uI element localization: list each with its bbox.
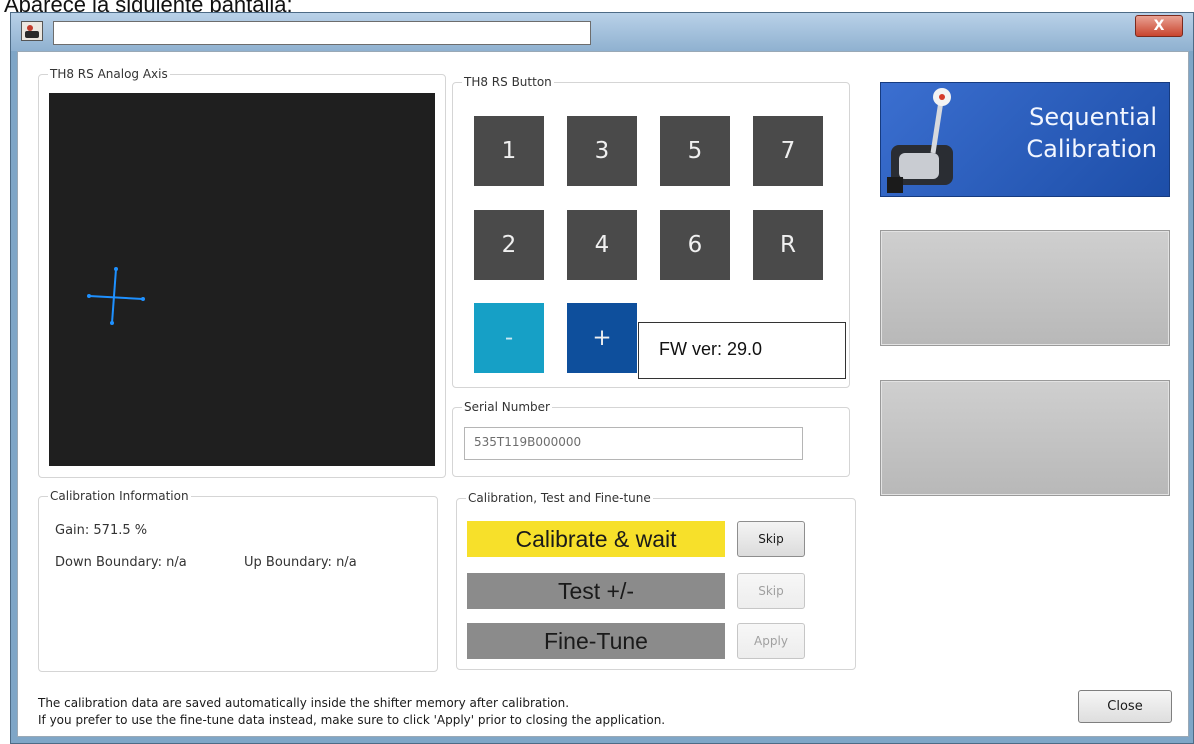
step-finetune-label: Fine-Tune xyxy=(467,623,725,659)
axis-crosshair xyxy=(87,267,145,325)
title-bar: X xyxy=(11,13,1193,51)
down-boundary-label: Down Boundary: n/a xyxy=(55,555,187,570)
minus-button[interactable]: - xyxy=(474,303,544,373)
dialog-client-area: TH8 RS Analog Axis Calibration Informati… xyxy=(17,51,1189,737)
gear-1-button[interactable]: 1 xyxy=(474,116,544,186)
gear-reverse-button[interactable]: R xyxy=(753,210,823,280)
analog-axis-title: TH8 RS Analog Axis xyxy=(48,66,170,82)
close-button[interactable]: Close xyxy=(1078,690,1172,723)
step-test-label: Test +/- xyxy=(467,573,725,609)
up-boundary-label: Up Boundary: n/a xyxy=(244,555,357,570)
window-title-field xyxy=(53,21,591,45)
sequential-line-1: Sequential xyxy=(1029,103,1157,131)
skip-test-button[interactable]: Skip xyxy=(737,573,805,609)
gear-7-button[interactable]: 7 xyxy=(753,116,823,186)
calibration-steps-group: Calibration, Test and Fine-tune Calibrat… xyxy=(456,490,856,670)
gain-label: Gain: 571.5 % xyxy=(55,523,148,538)
calibration-info-group: Calibration Information Gain: 571.5 % Do… xyxy=(38,488,438,672)
sequential-line-2: Calibration xyxy=(1026,135,1157,163)
skip-calibrate-button[interactable]: Skip xyxy=(737,521,805,557)
window-close-button[interactable]: X xyxy=(1135,15,1183,37)
serial-number-group: Serial Number 535T119B000000 xyxy=(452,399,850,477)
gear-5-button[interactable]: 5 xyxy=(660,116,730,186)
sequential-calibration-button[interactable]: Sequential Calibration xyxy=(880,82,1170,197)
gear-4-button[interactable]: 4 xyxy=(567,210,637,280)
calibration-info-title: Calibration Information xyxy=(48,488,191,504)
step-calibrate-label: Calibrate & wait xyxy=(467,521,725,557)
blank-panel-upper xyxy=(880,230,1170,346)
sequential-calibration-label: Sequential Calibration xyxy=(981,101,1157,165)
apply-finetune-button[interactable]: Apply xyxy=(737,623,805,659)
shifter-app-icon xyxy=(21,21,43,41)
gear-3-button[interactable]: 3 xyxy=(567,116,637,186)
firmware-version-label: FW ver: 29.0 xyxy=(638,322,846,379)
serial-number-field[interactable]: 535T119B000000 xyxy=(464,427,803,460)
calibration-window: X TH8 RS Analog Axis Calibration Informa… xyxy=(10,12,1194,744)
shifter-buttons-group: TH8 RS Button 1 3 5 7 2 4 6 R - + FW ver… xyxy=(452,74,850,388)
gear-6-button[interactable]: 6 xyxy=(660,210,730,280)
calibration-steps-title: Calibration, Test and Fine-tune xyxy=(466,490,653,506)
axis-marker-horizontal xyxy=(88,295,144,300)
footer-note-line-1: The calibration data are saved automatic… xyxy=(38,696,570,710)
shifter-lever-icon xyxy=(887,88,953,193)
serial-number-title: Serial Number xyxy=(462,399,552,415)
plus-button[interactable]: + xyxy=(567,303,637,373)
analog-axis-group: TH8 RS Analog Axis xyxy=(38,66,446,478)
blank-panel-lower xyxy=(880,380,1170,496)
axis-marker-vertical xyxy=(111,268,117,324)
footer-note-line-2: If you prefer to use the fine-tune data … xyxy=(38,713,666,727)
shifter-buttons-title: TH8 RS Button xyxy=(462,74,554,90)
gear-2-button[interactable]: 2 xyxy=(474,210,544,280)
analog-axis-display xyxy=(49,93,435,466)
